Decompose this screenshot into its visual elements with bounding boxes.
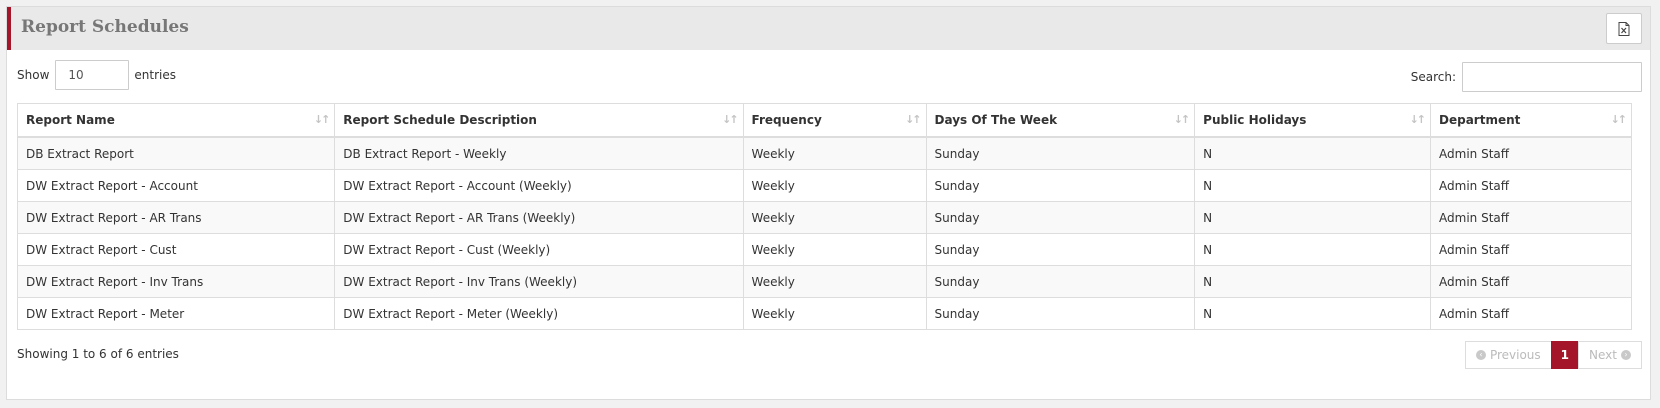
- export-excel-button[interactable]: [1606, 13, 1642, 44]
- page-title: Report Schedules: [21, 17, 189, 37]
- cell-report-name: DB Extract Report: [16, 136, 336, 170]
- cell-report-name: DW Extract Report - Inv Trans: [16, 265, 336, 298]
- show-label: Show: [17, 68, 50, 82]
- sort-icon: ↓↑: [313, 113, 331, 126]
- entries-per-page-select[interactable]: [55, 60, 130, 90]
- cell-frequency: Weekly: [742, 265, 927, 298]
- sort-icon: ↓↑: [1173, 113, 1191, 126]
- cell-public-holidays: N: [1194, 169, 1432, 202]
- next-label: Next: [1589, 348, 1617, 362]
- column-header-days-of-week[interactable]: Days Of The Week ↓↑: [925, 103, 1196, 138]
- cell-department: Admin Staff: [1430, 201, 1632, 234]
- cell-report-name: DW Extract Report - Meter: [16, 297, 336, 330]
- table-header-row: Report Name ↓↑ Report Schedule Descriptio…: [16, 103, 1632, 138]
- report-schedules-panel: Report Schedules Show entries Search: Re…: [6, 6, 1651, 400]
- table-row[interactable]: DW Extract Report - Account DW Extract R…: [16, 169, 1632, 202]
- next-page-button[interactable]: Next ›: [1578, 341, 1642, 369]
- cell-frequency: Weekly: [742, 201, 927, 234]
- table-row[interactable]: DW Extract Report - Meter DW Extract Rep…: [16, 297, 1632, 330]
- cell-frequency: Weekly: [742, 297, 927, 330]
- table-row[interactable]: DW Extract Report - Inv Trans DW Extract…: [16, 265, 1632, 298]
- entries-length-control: Show entries: [17, 60, 176, 90]
- cell-department: Admin Staff: [1430, 265, 1632, 298]
- entries-label: entries: [134, 68, 176, 82]
- column-header-department[interactable]: Department ↓↑: [1430, 103, 1632, 138]
- sort-icon: ↓↑: [722, 113, 739, 126]
- cell-days-of-week: Sunday: [925, 201, 1196, 234]
- cell-description: DW Extract Report - Account (Weekly): [334, 169, 744, 202]
- sort-icon: ↓↑: [1409, 113, 1427, 126]
- chevron-right-icon: ›: [1621, 350, 1631, 360]
- cell-report-name: DW Extract Report - Account: [16, 169, 336, 202]
- pagination: ‹ Previous 1 Next ›: [1464, 341, 1642, 369]
- column-header-report-name[interactable]: Report Name ↓↑: [16, 103, 336, 138]
- column-header-label: Report Name: [26, 113, 115, 127]
- excel-export-icon: [1618, 21, 1630, 36]
- search-input[interactable]: [1462, 62, 1642, 92]
- cell-public-holidays: N: [1194, 233, 1432, 266]
- cell-frequency: Weekly: [742, 136, 927, 170]
- sort-icon: ↓↑: [905, 113, 922, 126]
- cell-department: Admin Staff: [1430, 297, 1632, 330]
- cell-public-holidays: N: [1194, 297, 1432, 330]
- cell-department: Admin Staff: [1430, 136, 1632, 170]
- cell-report-name: DW Extract Report - AR Trans: [16, 201, 336, 234]
- column-header-description[interactable]: Report Schedule Description ↓↑: [334, 103, 744, 138]
- cell-description: DW Extract Report - Meter (Weekly): [334, 297, 744, 330]
- table-row[interactable]: DB Extract Report DB Extract Report - We…: [16, 136, 1632, 170]
- search-label: Search:: [1410, 70, 1456, 84]
- cell-description: DW Extract Report - Cust (Weekly): [334, 233, 744, 266]
- column-header-label: Report Schedule Description: [343, 113, 537, 127]
- column-header-label: Department: [1439, 113, 1521, 127]
- cell-public-holidays: N: [1194, 136, 1432, 170]
- cell-frequency: Weekly: [742, 169, 927, 202]
- cell-description: DB Extract Report - Weekly: [334, 136, 744, 170]
- cell-public-holidays: N: [1194, 201, 1432, 234]
- report-schedules-table: Report Name ↓↑ Report Schedule Descriptio…: [16, 103, 1632, 330]
- cell-days-of-week: Sunday: [925, 233, 1196, 266]
- cell-report-name: DW Extract Report - Cust: [16, 233, 336, 266]
- cell-days-of-week: Sunday: [925, 136, 1196, 170]
- cell-days-of-week: Sunday: [925, 169, 1196, 202]
- column-header-label: Public Holidays: [1203, 113, 1307, 127]
- cell-department: Admin Staff: [1430, 169, 1632, 202]
- panel-header: Report Schedules: [7, 7, 1650, 50]
- cell-department: Admin Staff: [1430, 233, 1632, 266]
- previous-label: Previous: [1489, 348, 1541, 362]
- search-control: Search:: [1411, 62, 1642, 92]
- table-row[interactable]: DW Extract Report - Cust DW Extract Repo…: [16, 233, 1632, 266]
- column-header-label: Frequency: [751, 113, 822, 127]
- sort-icon: ↓↑: [1610, 113, 1628, 126]
- cell-days-of-week: Sunday: [925, 265, 1196, 298]
- column-header-frequency[interactable]: Frequency ↓↑: [742, 103, 927, 138]
- cell-days-of-week: Sunday: [925, 297, 1196, 330]
- chevron-left-icon: ‹: [1475, 350, 1486, 360]
- table-info: Showing 1 to 6 of 6 entries: [17, 347, 179, 361]
- cell-frequency: Weekly: [742, 233, 927, 266]
- table-row[interactable]: DW Extract Report - AR Trans DW Extract …: [16, 201, 1632, 234]
- cell-description: DW Extract Report - Inv Trans (Weekly): [334, 265, 744, 298]
- column-header-public-holidays[interactable]: Public Holidays ↓↑: [1194, 103, 1432, 138]
- page-button-current[interactable]: 1: [1550, 341, 1580, 369]
- column-header-label: Days Of The Week: [934, 113, 1058, 127]
- cell-public-holidays: N: [1194, 265, 1432, 298]
- previous-page-button[interactable]: ‹ Previous: [1464, 341, 1552, 369]
- cell-description: DW Extract Report - AR Trans (Weekly): [334, 201, 744, 234]
